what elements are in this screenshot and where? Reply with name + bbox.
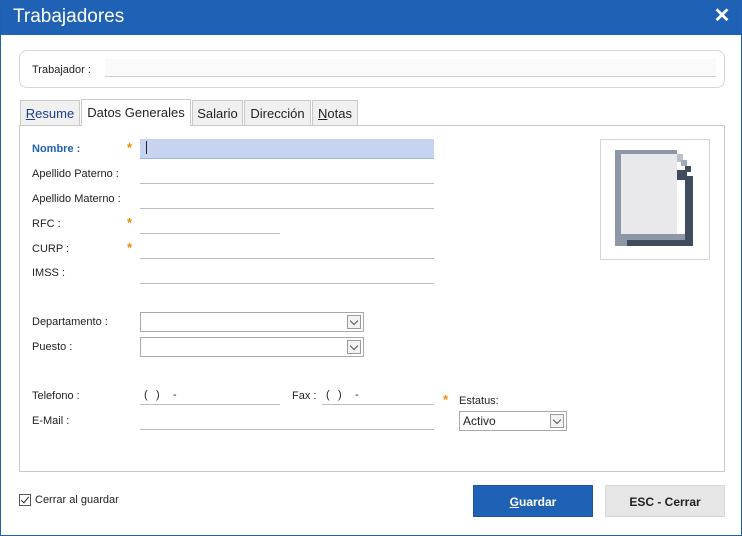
imss-input[interactable] — [140, 266, 434, 284]
fax-paren-close: ) — [338, 389, 342, 401]
curp-label: CURP : — [32, 243, 70, 255]
close-button[interactable]: ESC - Cerrar — [605, 485, 725, 517]
tab-salario[interactable]: Salario — [192, 100, 243, 125]
worker-label: Trabajador : — [32, 64, 91, 76]
document-placeholder-icon — [615, 150, 693, 246]
nombre-label: Nombre : — [32, 143, 81, 155]
close-icon[interactable]: ✕ — [711, 5, 733, 27]
rfc-input[interactable] — [140, 216, 280, 234]
worker-panel: Trabajador : — [19, 50, 725, 88]
nombre-input[interactable] — [140, 139, 434, 159]
email-input[interactable] — [140, 412, 434, 430]
telefono-paren-open: ( — [144, 389, 148, 401]
apellido-materno-input[interactable] — [140, 191, 434, 209]
estatus-select[interactable]: Activo — [459, 411, 567, 431]
email-label: E-Mail : — [32, 415, 70, 427]
fax-label: Fax : — [292, 390, 317, 402]
puesto-select[interactable] — [140, 337, 364, 357]
title-bar[interactable]: Trabajadores ✕ — [1, 1, 741, 35]
curp-input[interactable] — [140, 241, 434, 259]
save-button-mnemonic: G — [509, 495, 519, 509]
save-button[interactable]: Guardar — [473, 485, 593, 517]
tab-datos-generales[interactable]: Datos Generales — [81, 99, 191, 126]
estatus-label: Estatus: — [459, 395, 499, 407]
chevron-down-icon[interactable] — [550, 414, 564, 428]
nombre-required-mark: * — [127, 140, 133, 155]
telefono-input[interactable]: ( ) - — [140, 387, 280, 405]
tab-resume-mnemonic: R — [25, 106, 36, 121]
close-on-save-checkbox[interactable] — [19, 494, 31, 506]
tab-resume[interactable]: Resume — [20, 100, 80, 125]
tab-direccion[interactable]: Dirección — [244, 100, 311, 125]
telefono-paren-close: ) — [156, 389, 160, 401]
tab-notas-rest: otas — [327, 106, 352, 121]
tab-notas-mnemonic: N — [318, 106, 328, 121]
imss-label: IMSS : — [32, 267, 66, 279]
puesto-label: Puesto : — [32, 341, 73, 353]
text-caret — [146, 141, 147, 154]
fax-input[interactable]: ( ) - — [322, 387, 434, 405]
fax-paren-open: ( — [326, 389, 330, 401]
worker-input[interactable] — [105, 59, 716, 77]
departamento-label: Departamento : — [32, 316, 108, 328]
chevron-down-icon[interactable] — [347, 315, 361, 329]
close-on-save-label[interactable]: Cerrar al guardar — [35, 494, 119, 506]
photo-box[interactable] — [600, 139, 710, 260]
estatus-value: Activo — [463, 414, 496, 428]
fax-dash: - — [355, 389, 359, 401]
tab-resume-rest: esume — [35, 106, 75, 121]
apellido-materno-label: Apellido Materno : — [32, 193, 121, 205]
rfc-required-mark: * — [127, 215, 133, 230]
apellido-paterno-label: Apellido Paterno : — [32, 168, 119, 180]
telefono-dash: - — [173, 389, 177, 401]
rfc-label: RFC : — [32, 218, 61, 230]
curp-required-mark: * — [127, 240, 133, 255]
chevron-down-icon[interactable] — [347, 340, 361, 354]
save-button-rest: uardar — [518, 495, 557, 509]
estatus-required-mark: * — [443, 392, 449, 407]
tab-notas[interactable]: Notas — [312, 100, 358, 125]
telefono-label: Telefono : — [32, 390, 80, 402]
window-title: Trabajadores — [13, 6, 125, 27]
departamento-select[interactable] — [140, 312, 364, 332]
apellido-paterno-input[interactable] — [140, 166, 434, 184]
